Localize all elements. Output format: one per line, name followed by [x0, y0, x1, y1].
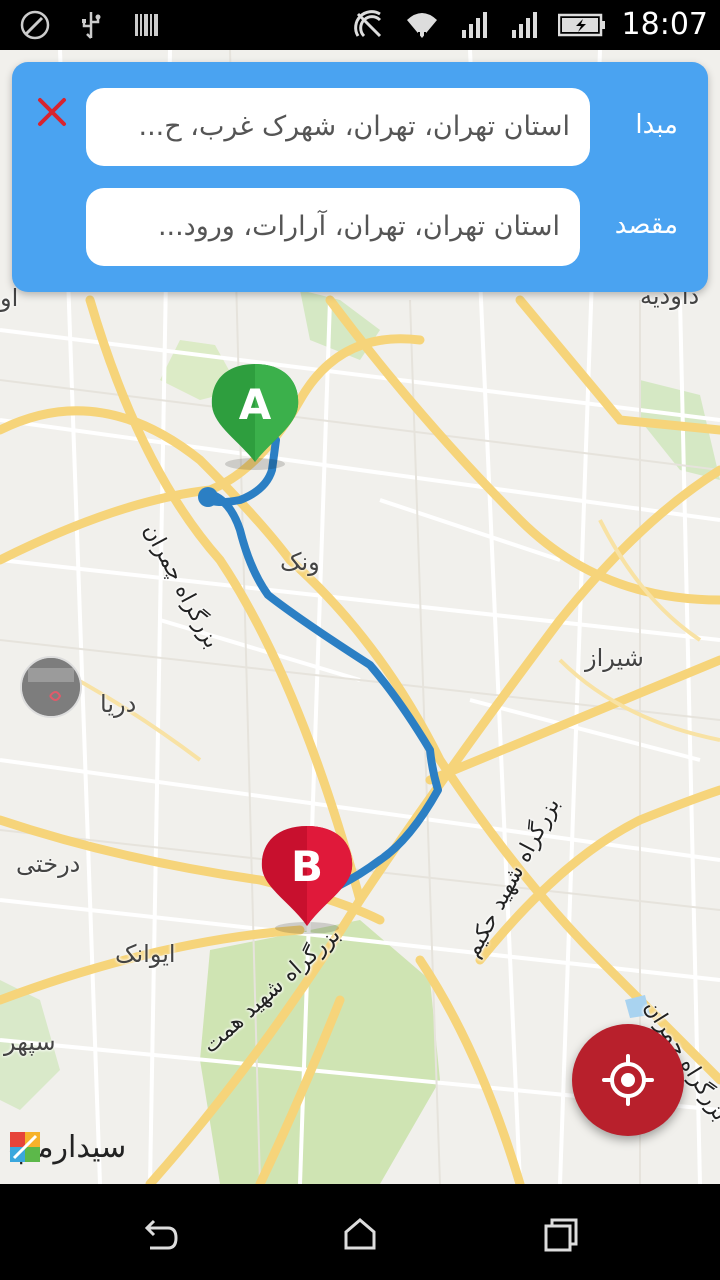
no-signal-icon — [353, 10, 381, 38]
system-nav-bar — [0, 1184, 720, 1280]
destination-label: مقصد — [614, 210, 678, 240]
origin-pin[interactable]: A — [210, 362, 300, 472]
wifi-icon — [406, 13, 437, 42]
status-icons-left — [18, 8, 164, 42]
back-icon[interactable] — [138, 1212, 182, 1256]
map-label-sepehr: سپهر — [4, 1028, 56, 1056]
destination-field[interactable]: استان تهران، تهران، آرارات، ورود... — [86, 188, 580, 266]
origin-field[interactable]: استان تهران، تهران، شهرک غرب، ح... — [86, 88, 590, 166]
cell-signal-icon — [511, 12, 537, 38]
close-icon[interactable] — [34, 94, 70, 130]
route-panel: استان تهران، تهران، شهرک غرب، ح... مبدا … — [12, 62, 708, 292]
gps-target-icon — [602, 1054, 654, 1106]
map-label-darya: دریا — [100, 690, 137, 718]
map-label-edge: او — [0, 284, 19, 312]
origin-label: مبدا — [635, 110, 678, 140]
clock: 18:07 — [621, 7, 708, 42]
map-user-avatar[interactable] — [20, 656, 82, 718]
locate-me-button[interactable] — [572, 1024, 684, 1136]
map-label-shiraz: شیراز — [585, 644, 644, 672]
map-label-ivanak: ایوانک — [115, 940, 176, 968]
recents-icon[interactable] — [538, 1212, 582, 1256]
brand-logo-icon — [10, 1132, 40, 1162]
usb-icon — [82, 12, 101, 39]
destination-pin-letter: B — [290, 842, 323, 891]
status-icons-right: 18:07 — [352, 6, 708, 44]
cell-signal-icon — [461, 12, 487, 38]
battery-charging-icon — [557, 13, 605, 37]
home-icon[interactable] — [338, 1212, 382, 1256]
origin-pin-letter: A — [238, 380, 272, 429]
map-label-derakhti: درختی — [16, 850, 81, 878]
map-label-vanak: ونک — [280, 548, 320, 576]
destination-pin[interactable]: B — [260, 824, 354, 936]
map-attribution: سیدارمپ — [8, 1130, 126, 1165]
steering-icon — [20, 10, 50, 40]
status-bar: 18:07 — [0, 0, 720, 50]
barcode-icon — [135, 14, 158, 36]
